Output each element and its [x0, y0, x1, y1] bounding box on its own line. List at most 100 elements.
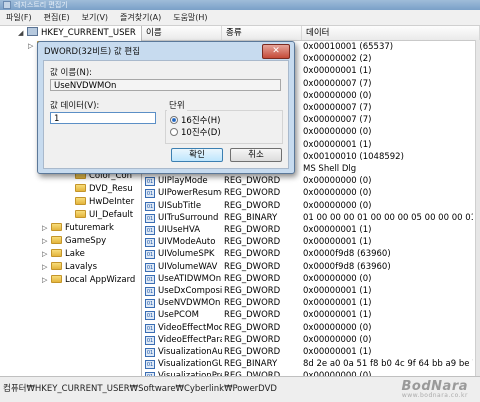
binary-value-icon: 01 [145, 201, 155, 211]
registry-value-row[interactable]: 01VisualizationAu...REG_DWORD 0x00000001 … [142, 346, 480, 359]
value-name: VisualizationAu... [158, 347, 222, 357]
value-data: 0x00000000 (0) [303, 273, 372, 284]
value-type: REG_DWORD [224, 273, 281, 284]
folder-icon [75, 197, 86, 205]
binary-value-icon: 01 [145, 213, 155, 223]
value-data: 0x00000002 (2) [303, 54, 372, 65]
value-data-input[interactable]: 1 [50, 112, 156, 124]
value-type: REG_DWORD [224, 347, 281, 357]
registry-value-row[interactable]: 01 UIVolumeWAV REG_DWORD 0x0000f9d8 (63960) [142, 261, 480, 274]
expand-arrow-icon[interactable]: ▷ [42, 222, 51, 235]
registry-value-row[interactable]: 01 UISubTitle REG_DWORD 0x00000000 (0) [142, 200, 480, 213]
value-data: 0x00000000 (0) [303, 334, 372, 345]
value-type: REG_DWORD [224, 249, 281, 260]
value-data: 01 00 00 00 01 00 00 00 05 00 00 00 01 0… [303, 212, 473, 223]
registry-value-row[interactable]: 01VisualizationGUIDREG_BINARY 8d 2e a0 0a… [142, 358, 480, 371]
tree-node[interactable]: ▷ GameSpy [42, 235, 106, 248]
registry-value-row[interactable]: 01 UIUseHVA REG_DWORD 0x00000001 (1) [142, 224, 480, 237]
expand-arrow-icon[interactable]: ▷ [28, 40, 37, 53]
ok-button[interactable]: 확인 [171, 148, 223, 162]
registry-value-row[interactable]: 01VideoEffectModeREG_DWORD 0x00000000 (0) [142, 322, 480, 335]
expand-arrow-icon[interactable]: ▷ [42, 248, 51, 261]
regedit-app-icon [3, 1, 11, 9]
registry-value-row[interactable]: 01 UseNVDWMOn REG_DWORD 0x00000001 (1) [142, 297, 480, 310]
edit-dword-dialog: DWORD(32비트) 값 편집 ✕ 값 이름(N): UseNVDWMOn 값… [37, 41, 295, 174]
value-data: 8d 2e a0 0a 51 f8 b0 4c 9f 64 bb a9 be 7… [303, 359, 473, 370]
tree-node[interactable]: ▷ Futuremark [42, 222, 114, 235]
menu-edit[interactable]: 편집(E) [38, 12, 76, 23]
registry-value-row[interactable]: 01 UIVModeAuto REG_DWORD 0x00000001 (1) [142, 236, 480, 249]
registry-value-row[interactable]: 01 UIVolumeSPK REG_DWORD 0x0000f9d8 (63960) [142, 248, 480, 261]
watermark-logo: BodNara www.bodnara.co.kr [402, 379, 468, 399]
tree-node[interactable]: UI_Default [66, 209, 133, 222]
value-name: UseATIDWMOn [158, 273, 222, 284]
cancel-button[interactable]: 취소 [230, 148, 282, 162]
registry-value-row[interactable]: 01 UsePCOM REG_DWORD 0x00000001 (1) [142, 309, 480, 322]
value-data: 0x00000007 (7) [303, 115, 372, 126]
radio-decimal[interactable]: 10진수(D) [170, 126, 221, 138]
column-header-name[interactable]: 이름 [142, 26, 222, 40]
tree-node-label: Futuremark [65, 223, 114, 233]
tree-node-label: Lake [65, 249, 85, 259]
tree-node[interactable]: ▷ Lavalys [42, 261, 97, 274]
tree-node-label: HKEY_CURRENT_USER [41, 28, 136, 38]
value-type: REG_DWORD [224, 200, 281, 211]
binary-value-icon: 01 [145, 226, 155, 235]
value-type: REG_DWORD [224, 322, 281, 333]
value-data: 0x00000001 (1) [303, 286, 372, 296]
tree-node[interactable]: ◢ HKEY_CURRENT_USER [18, 27, 136, 40]
tree-node[interactable]: HwDeInter [66, 196, 134, 209]
expand-arrow-icon[interactable]: ▷ [42, 261, 51, 274]
registry-value-row[interactable]: 01 UIPowerResume REG_DWORD 0x00000000 (0) [142, 187, 480, 200]
folder-icon [51, 223, 62, 231]
binary-value-icon: 01 [145, 250, 155, 260]
value-type: REG_DWORD [224, 237, 281, 248]
binary-value-icon: 01 [145, 323, 155, 333]
value-data: 0x00000000 (0) [303, 127, 372, 138]
watermark-url: www.bodnara.co.kr [401, 392, 468, 399]
registry-value-row[interactable]: 01 UITruSurround REG_BINARY 01 00 00 00 01 … [142, 212, 480, 225]
menu-bar: 파일(F) 편집(E) 보기(V) 즐겨찾기(A) 도움말(H) [0, 10, 480, 26]
value-type: REG_DWORD [224, 176, 281, 187]
tree-node[interactable]: DVD_Resu [66, 183, 133, 196]
radio-hexadecimal[interactable]: 16진수(H) [170, 114, 220, 126]
value-name: UISubTitle [158, 200, 202, 211]
expand-arrow-icon[interactable]: ▷ [42, 235, 51, 248]
value-data: 0x0000f9d8 (63960) [303, 249, 391, 260]
close-icon[interactable]: ✕ [262, 44, 290, 59]
tree-node[interactable]: ▷ Local AppWizard [42, 274, 135, 287]
binary-value-icon: 01 [145, 348, 155, 357]
tree-node[interactable]: ▷ Lake [42, 248, 85, 261]
list-header: 이름 종류 데이터 [142, 26, 480, 41]
value-data-label: 값 데이터(V): [50, 101, 100, 111]
tree-node-label: DVD_Resu [89, 184, 133, 194]
menu-help[interactable]: 도움말(H) [167, 12, 213, 23]
vertical-scrollbar[interactable] [475, 40, 480, 376]
column-header-data[interactable]: 데이터 [302, 26, 480, 40]
window-title: 레지스트리 편집기 [14, 1, 68, 9]
value-type: REG_DWORD [224, 261, 281, 272]
status-path: 컴퓨터₩HKEY_CURRENT_USER₩Software₩Cyberlink… [3, 384, 277, 394]
value-data: 0x00000000 (0) [303, 176, 372, 187]
folder-icon [51, 275, 62, 283]
binary-value-icon: 01 [145, 189, 155, 199]
tree-node-label: HwDeInter [89, 197, 135, 207]
expand-arrow-icon[interactable]: ▷ [42, 274, 51, 287]
value-data: 0x00000001 (1) [303, 237, 372, 248]
binary-value-icon: 01 [145, 299, 155, 309]
registry-value-row[interactable]: 01 UIPlayMode REG_DWORD 0x00000000 (0) [142, 175, 480, 188]
column-header-type[interactable]: 종류 [222, 26, 302, 40]
value-name: UIPlayMode [158, 176, 208, 187]
base-group-label: 단위 [167, 99, 187, 111]
menu-view[interactable]: 보기(V) [76, 12, 114, 23]
registry-value-row[interactable]: 01UseDxComposi...REG_DWORD 0x00000001 (1) [142, 285, 480, 298]
binary-value-icon: 01 [145, 287, 155, 296]
menu-favorites[interactable]: 즐겨찾기(A) [114, 12, 167, 23]
collapse-arrow-icon[interactable]: ◢ [18, 27, 27, 40]
registry-value-row[interactable]: 01 UseATIDWMOn REG_DWORD 0x00000000 (0) [142, 273, 480, 286]
menu-file[interactable]: 파일(F) [0, 12, 38, 23]
value-name: UseNVDWMOn [158, 298, 221, 309]
value-data: 0x00000001 (1) [303, 139, 372, 150]
registry-value-row[interactable]: 01VideoEffectParamREG_DWORD 0x00000000 (0… [142, 334, 480, 347]
value-name: UsePCOM [158, 310, 199, 321]
